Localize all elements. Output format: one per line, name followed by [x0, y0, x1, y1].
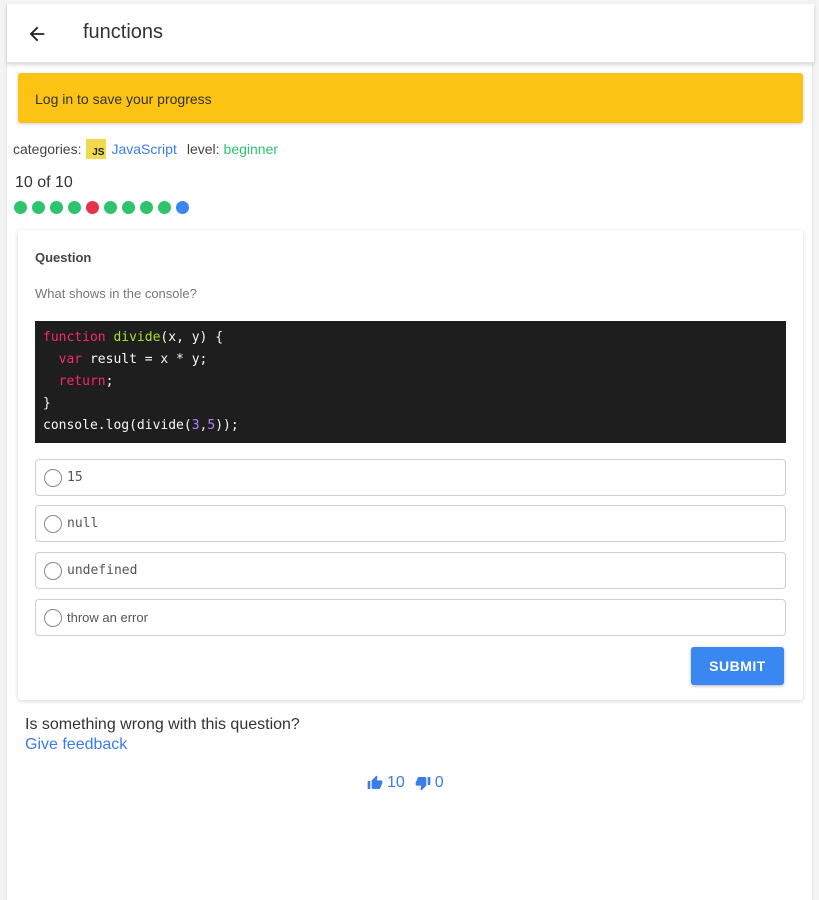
progress-dot-10-current	[176, 201, 189, 214]
progress-dot-7-correct	[122, 201, 135, 214]
radio-button[interactable]	[44, 468, 62, 487]
page-title: functions	[83, 21, 164, 43]
answer-option-label: 15	[67, 470, 83, 485]
feedback-question: Is something wrong with this question?	[25, 716, 300, 733]
answer-option-2[interactable]: null	[35, 505, 786, 542]
level-value: beginner	[223, 141, 279, 157]
progress-dot-3-correct	[50, 201, 63, 214]
progress-dot-8-correct	[140, 201, 153, 214]
upvote-button[interactable]: 10	[367, 774, 405, 792]
categories-label: categories:	[13, 141, 82, 157]
thumbs-down-icon	[415, 777, 431, 791]
radio-button[interactable]	[44, 514, 62, 533]
downvote-count: 0	[434, 774, 444, 791]
progress-dots	[14, 201, 189, 214]
answer-option-3[interactable]: undefined	[35, 552, 786, 589]
progress-dot-9-correct	[158, 201, 171, 214]
page: functions Log in to save your progress c…	[6, 4, 814, 900]
question-prompt: What shows in the console?	[35, 286, 197, 301]
answer-option-1[interactable]: 15	[35, 459, 786, 496]
category-link-javascript[interactable]: JavaScript	[111, 141, 176, 157]
answer-option-label: null	[67, 516, 99, 531]
javascript-logo-icon: JS	[86, 139, 107, 159]
code-line-2: var result = x * y;	[58, 352, 208, 367]
radio-button[interactable]	[44, 561, 62, 580]
top-app-bar: functions	[7, 4, 814, 63]
login-banner[interactable]: Log in to save your progress	[18, 73, 803, 123]
question-card: Question What shows in the console? func…	[18, 230, 803, 700]
thumbs-up-icon	[367, 775, 383, 789]
question-meta: categories: JS JavaScript level: beginne…	[13, 138, 278, 160]
upvote-count: 10	[387, 774, 405, 791]
code-line-3: return;	[58, 374, 114, 389]
progress-dot-2-correct	[32, 201, 45, 214]
submit-button[interactable]: SUBMIT	[691, 647, 784, 685]
code-snippet: function divide(x, y) { var result = x *…	[35, 321, 786, 443]
code-line-1: function divide(x, y) {	[43, 330, 224, 345]
code-line-5: console.log(divide(3,5));	[43, 418, 239, 433]
arrow-left-icon	[29, 26, 45, 42]
progress-dot-6-correct	[104, 201, 117, 214]
progress-dot-1-correct	[14, 201, 27, 214]
progress-counter: 10 of 10	[15, 174, 73, 191]
back-button[interactable]	[23, 20, 51, 48]
progress-dot-5-incorrect	[86, 201, 99, 214]
answer-option-4[interactable]: throw an error	[35, 599, 786, 636]
vote-bar: 10 0	[367, 774, 454, 792]
code-line-4: }	[43, 396, 51, 411]
question-heading: Question	[35, 250, 92, 265]
level-label: level:	[186, 141, 220, 157]
answer-option-label: throw an error	[67, 610, 148, 625]
answer-option-label: undefined	[67, 563, 138, 578]
progress-dot-4-correct	[68, 201, 81, 214]
downvote-button[interactable]: 0	[415, 774, 444, 792]
give-feedback-link[interactable]: Give feedback	[25, 736, 127, 754]
radio-button[interactable]	[44, 608, 62, 627]
